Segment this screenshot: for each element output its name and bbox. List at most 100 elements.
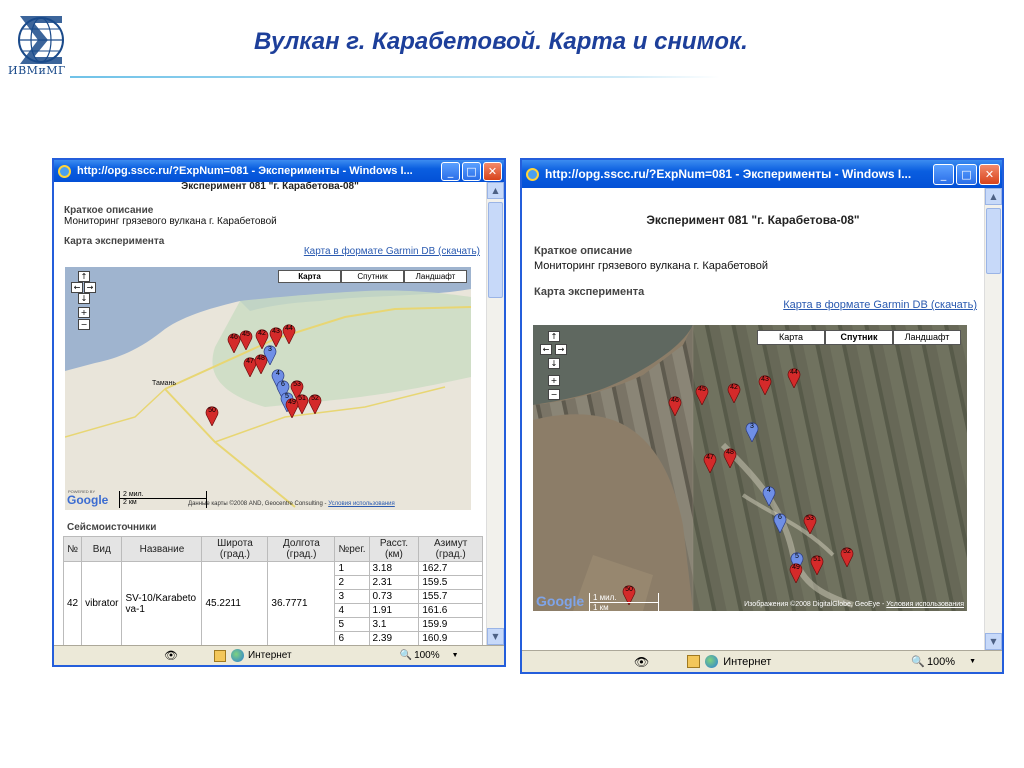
marker-46[interactable]: 46 [668, 396, 682, 416]
marker-48[interactable]: 48 [723, 448, 737, 468]
map-label: Карта эксперимента [64, 236, 165, 247]
seismic-label: Сейсмоисточники [67, 522, 157, 533]
privacy-icon[interactable]: 👁 [164, 649, 178, 662]
page-heading: Эксперимент 081 "г. Карабетова-08" [181, 182, 359, 192]
marker-label: 50 [208, 407, 216, 414]
zoom-level[interactable]: 100% [414, 650, 440, 661]
minimize-icon[interactable]: _ [933, 163, 954, 185]
scale-top-label: 1 мил. [590, 593, 658, 603]
marker-49[interactable]: 49 [789, 563, 803, 583]
browser-window-map[interactable]: http://opg.sscc.ru/?ExpNum=081 - Экспери… [52, 158, 506, 667]
zoom-icon[interactable]: 🔍 [911, 655, 925, 668]
terms-link[interactable]: Условия использования [886, 601, 964, 608]
marker-52[interactable]: 52 [308, 394, 322, 414]
blocked-icon[interactable] [687, 655, 701, 668]
col-dist: Расст. (км) [368, 536, 420, 562]
marker-47[interactable]: 47 [703, 453, 717, 473]
pan-up-icon[interactable]: ↑ [548, 331, 560, 342]
marker-45[interactable]: 45 [239, 330, 253, 350]
slide: ИВМиМГ Вулкан г. Карабетовой. Карта и сн… [0, 0, 1024, 768]
marker-44[interactable]: 44 [787, 368, 801, 388]
close-icon[interactable]: ✕ [979, 163, 1000, 185]
title-bar[interactable]: http://opg.sscc.ru/?ExpNum=081 - Экспери… [54, 160, 504, 182]
marker-4[interactable]: 4 [762, 486, 776, 506]
marker-49[interactable]: 49 [285, 398, 299, 418]
pan-right-icon[interactable]: → [555, 344, 567, 355]
seismic-table: № Вид Название Широта (град.) Долгота (г… [62, 536, 483, 645]
town-label: Тамань [152, 380, 177, 387]
google-logo[interactable]: Google [536, 593, 584, 609]
scroll-up-icon[interactable]: ▲ [487, 182, 504, 199]
road-map[interactable]: Карта Спутник Ландшафт ↑ ← → ↓ + − Таман… [65, 267, 471, 510]
scroll-down-icon[interactable]: ▼ [985, 633, 1002, 650]
cell-reg: 4 [334, 603, 370, 618]
privacy-icon[interactable]: 👁 [634, 655, 649, 669]
blocked-icon[interactable] [213, 649, 226, 662]
marker-44[interactable]: 44 [282, 324, 296, 344]
map-type-map[interactable]: Карта [757, 330, 825, 345]
map-type-terrain[interactable]: Ландшафт [893, 330, 961, 345]
marker-51[interactable]: 51 [810, 555, 824, 575]
maximize-icon[interactable]: □ [956, 163, 977, 185]
zone-label: Интернет [723, 655, 772, 668]
cell-num: 42 [62, 561, 83, 645]
desc-text: Мониторинг грязевого вулкана г. Карабето… [64, 216, 277, 227]
pan-right-icon[interactable]: → [84, 282, 96, 293]
pan-left-icon[interactable]: ← [71, 282, 83, 293]
pan-left-icon[interactable]: ← [540, 344, 552, 355]
scroll-down-icon[interactable]: ▼ [487, 628, 504, 645]
marker-label: 49 [792, 564, 800, 571]
browser-window-satellite[interactable]: http://opg.sscc.ru/?ExpNum=081 - Экспери… [520, 158, 1004, 674]
zoom-out-icon[interactable]: − [548, 389, 560, 400]
page-content: Эксперимент 081 "г. Карабетова-08" Кратк… [54, 182, 486, 645]
marker-42[interactable]: 42 [727, 383, 741, 403]
ie-icon [526, 167, 539, 181]
cell-dist: 2.31 [368, 575, 420, 590]
satellite-map[interactable]: Карта Спутник Ландшафт ↑ ← → ↓ + − 46 45… [533, 325, 967, 611]
maximize-icon[interactable]: □ [462, 161, 481, 181]
vertical-scrollbar[interactable]: ▲ ▼ [486, 182, 504, 645]
close-icon[interactable]: ✕ [483, 161, 502, 181]
scroll-thumb[interactable] [986, 208, 1001, 274]
marker-52[interactable]: 52 [840, 547, 854, 567]
minimize-icon[interactable]: _ [441, 161, 460, 181]
zoom-in-icon[interactable]: + [78, 307, 90, 318]
zoom-icon[interactable]: 🔍 [400, 650, 412, 661]
cell-az: 159.5 [418, 575, 483, 590]
cell-reg: 6 [334, 631, 370, 645]
marker-label: 48 [726, 449, 734, 456]
garmin-link[interactable]: Карта в формате Garmin DB (скачать) [783, 299, 977, 311]
pan-down-icon[interactable]: ↓ [78, 293, 90, 304]
internet-zone-icon [705, 655, 719, 668]
scale-bottom-label: 1 км [593, 603, 609, 611]
cell-dist: 3.1 [368, 617, 420, 632]
terms-link[interactable]: Условия использования [328, 501, 395, 507]
marker-6[interactable]: 6 [773, 513, 787, 533]
map-type-map[interactable]: Карта [278, 270, 341, 283]
marker-3[interactable]: 3 [745, 422, 759, 442]
pan-down-icon[interactable]: ↓ [548, 358, 560, 369]
marker-45[interactable]: 45 [695, 385, 709, 405]
map-type-satellite[interactable]: Спутник [341, 270, 404, 283]
pan-up-icon[interactable]: ↑ [78, 271, 90, 282]
marker-50[interactable]: 50 [205, 406, 219, 426]
chevron-down-icon[interactable]: ▼ [969, 658, 976, 665]
vertical-scrollbar[interactable]: ▲ ▼ [984, 188, 1002, 650]
status-bar: 👁 Интернет 🔍 100% ▼ [54, 645, 504, 665]
scroll-thumb[interactable] [488, 202, 503, 298]
zoom-in-icon[interactable]: + [548, 375, 560, 386]
marker-48[interactable]: 48 [254, 354, 268, 374]
map-type-terrain[interactable]: Ландшафт [404, 270, 467, 283]
garmin-link[interactable]: Карта в формате Garmin DB (скачать) [304, 246, 480, 257]
scroll-up-icon[interactable]: ▲ [985, 188, 1002, 205]
map-type-switcher: Карта Спутник Ландшафт [757, 330, 961, 345]
zoom-level[interactable]: 100% [927, 656, 955, 668]
map-type-satellite[interactable]: Спутник [825, 330, 893, 345]
marker-43[interactable]: 43 [269, 327, 283, 347]
google-logo[interactable]: Google [67, 493, 108, 507]
marker-43[interactable]: 43 [758, 375, 772, 395]
marker-53[interactable]: 53 [803, 514, 817, 534]
chevron-down-icon[interactable]: ▼ [452, 652, 459, 659]
title-bar[interactable]: http://opg.sscc.ru/?ExpNum=081 - Экспери… [522, 160, 1002, 188]
zoom-out-icon[interactable]: − [78, 319, 90, 330]
